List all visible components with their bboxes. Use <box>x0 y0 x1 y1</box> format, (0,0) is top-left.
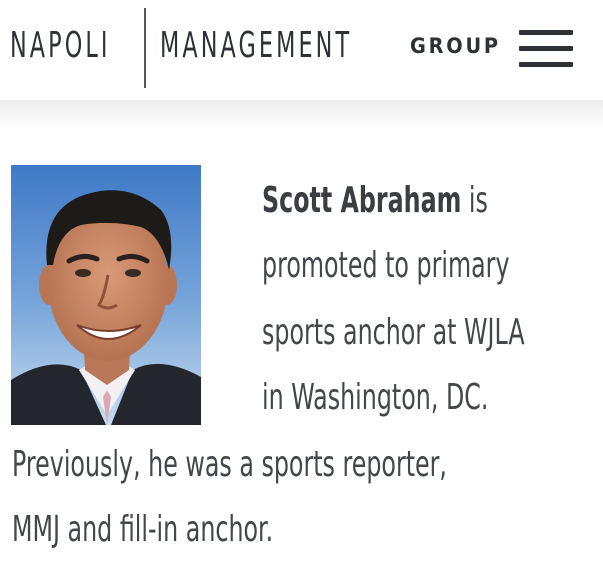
logo-group[interactable]: GROUP <box>410 34 501 58</box>
article-line-1: Scott Abraham is <box>262 178 488 224</box>
person-name: Scott Abraham <box>262 180 462 221</box>
menu-bar <box>519 30 573 35</box>
logo-management[interactable]: MANAGEMENT <box>160 22 352 70</box>
article-line-1-rest: is <box>461 180 488 221</box>
article-line-6: MMJ and fill-in anchor. <box>12 509 274 550</box>
article-line-3: sports anchor at WJLA <box>262 312 525 353</box>
hamburger-menu-icon[interactable] <box>519 28 573 70</box>
logo-divider <box>144 8 146 88</box>
article-line-2: promoted to primary <box>262 245 510 286</box>
menu-bar <box>519 46 573 51</box>
article-line-5: Previously, he was a sports reporter, <box>12 444 447 485</box>
headshot-photo <box>11 165 201 425</box>
header-shadow <box>0 100 603 130</box>
logo-napoli[interactable]: NAPOLI <box>10 22 111 70</box>
article-line-4: in Washington, DC. <box>262 377 489 418</box>
site-header: NAPOLI MANAGEMENT GROUP <box>0 0 603 100</box>
menu-bar <box>519 62 573 67</box>
